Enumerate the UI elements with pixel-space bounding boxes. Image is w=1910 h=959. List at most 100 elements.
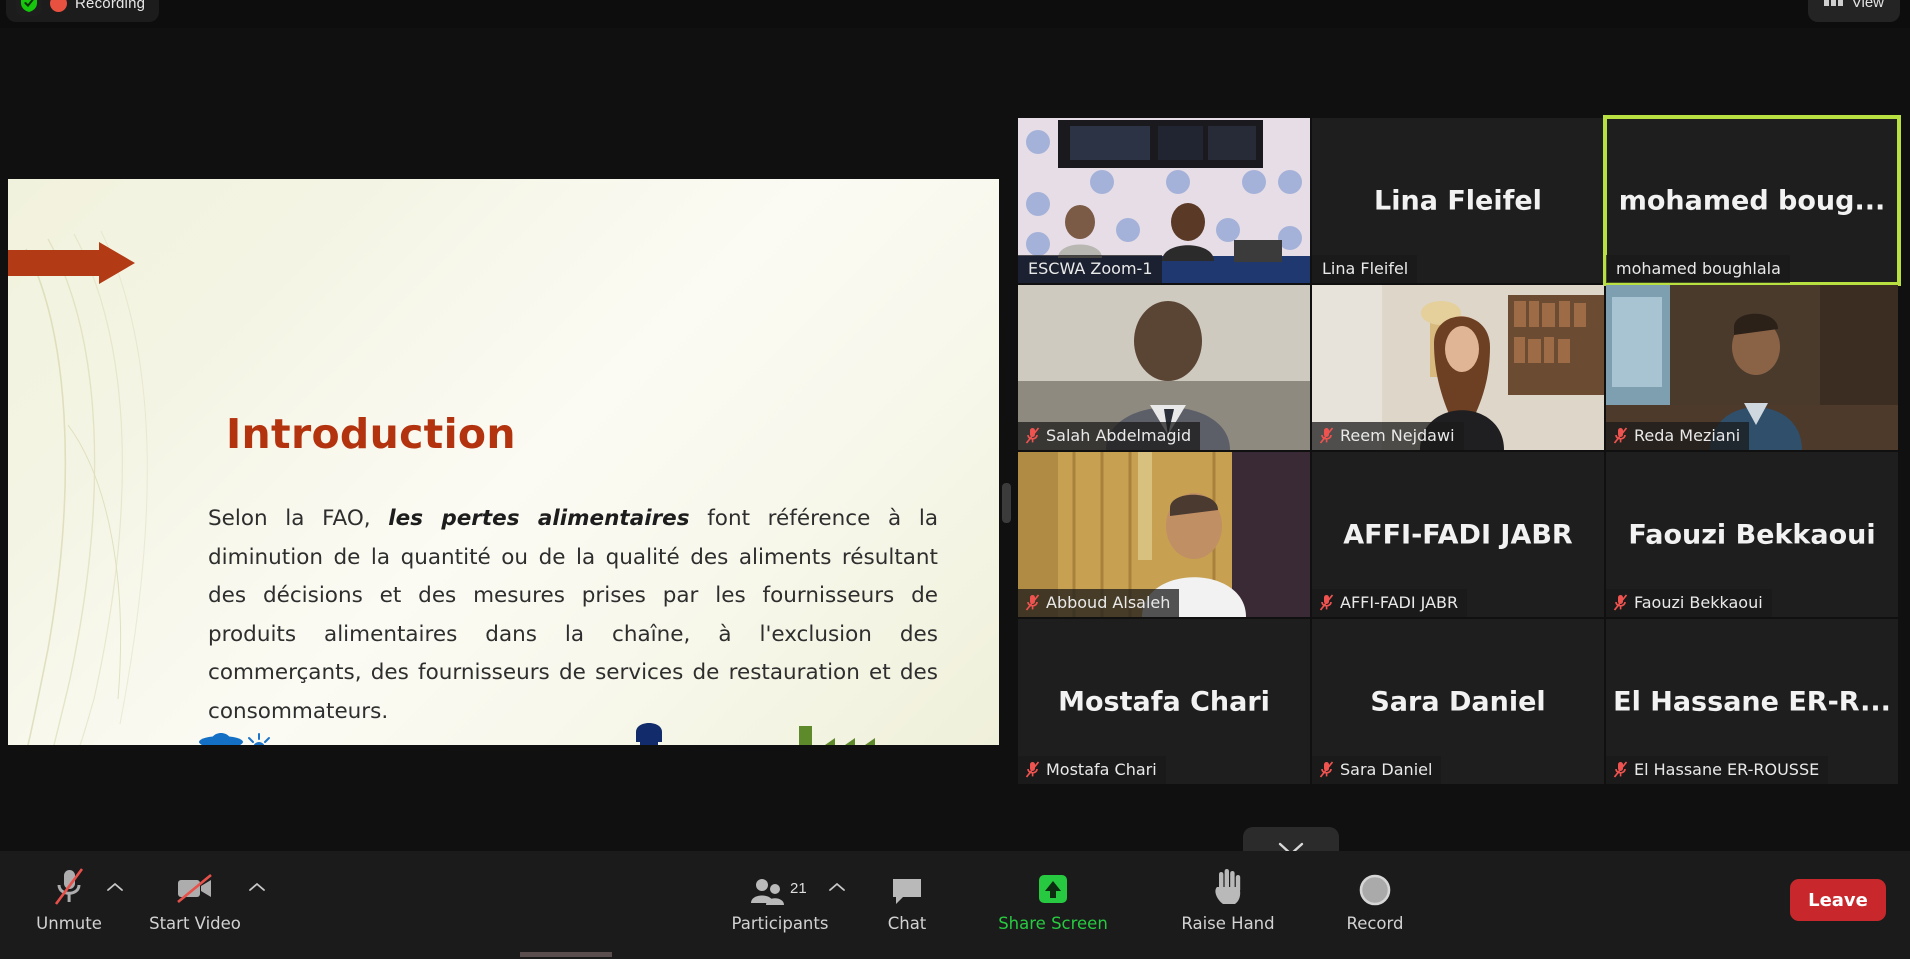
camera-off-icon [125, 865, 265, 907]
microphone-muted-icon [1319, 427, 1334, 444]
participant-name-label: Lina Fleifel [1312, 255, 1418, 283]
participant-name-text: AFFI-FADI JABR [1340, 593, 1459, 612]
flow-step-transformation: Transformation [770, 714, 920, 745]
slide-title: Introduction [226, 410, 516, 458]
participant-display-name: mohamed boug... [1618, 185, 1886, 216]
shared-screen-area: Introduction Selon la FAO, les pertes al… [0, 28, 1012, 838]
record-label: Record [1346, 914, 1404, 933]
svg-text:21: 21 [790, 880, 807, 897]
participant-name-label: Mostafa Chari [1018, 756, 1166, 784]
participant-tile-reda-meziani[interactable]: Reda Meziani [1606, 285, 1898, 450]
share-screen-arrow-icon [960, 865, 1146, 907]
meeting-toolbar: Unmute Start Video 21 Participants Chat … [0, 851, 1910, 959]
participant-name-label: Abboud Alsaleh [1018, 589, 1180, 617]
slide-flow-diagram: Production [178, 714, 938, 745]
microphone-muted-icon [1613, 761, 1628, 778]
view-label: View [1851, 0, 1884, 11]
participant-tile-reem-nejdawi[interactable]: Reem Nejdawi [1312, 285, 1604, 450]
participant-display-name: Lina Fleifel [1374, 185, 1542, 216]
participant-tile-faouzi-bekkaoui[interactable]: Faouzi Bekkaoui Faouzi Bekkaoui [1606, 452, 1898, 617]
horizontal-scroll-nub[interactable] [520, 952, 612, 957]
flow-step-stockage: Stockage [574, 714, 724, 745]
recording-indicator[interactable]: Recording [6, 0, 160, 22]
share-screen-button[interactable]: Share Screen [960, 865, 1146, 933]
participant-name-label: AFFI-FADI JABR [1312, 589, 1468, 617]
presentation-slide: Introduction Selon la FAO, les pertes al… [8, 179, 999, 745]
participant-name-text: Salah Abdelmagid [1046, 426, 1192, 445]
participant-tile-el-hassane-er-rousse[interactable]: El Hassane ER-R... El Hassane ER-ROUSSE [1606, 619, 1898, 784]
participant-tile-mohamed-boughlala[interactable]: mohamed boug... mohamed boughlala [1603, 115, 1901, 286]
silo-icon [574, 714, 724, 745]
panel-splitter-handle[interactable] [1002, 483, 1011, 523]
flow-step-production: Production [178, 714, 328, 745]
view-button[interactable]: View [1807, 0, 1900, 22]
participant-tile-lina-fleifel[interactable]: Lina Fleifel Lina Fleifel [1312, 118, 1604, 283]
participant-name-text: Reda Meziani [1634, 426, 1741, 445]
participant-name-label: Reem Nejdawi [1312, 422, 1464, 450]
participant-name-label: mohamed boughlala [1606, 255, 1790, 283]
shield-check-icon [16, 0, 42, 16]
participants-button[interactable]: 21 Participants [706, 865, 854, 933]
slide-body-emphasis: les pertes alimentaires [388, 506, 690, 531]
record-circle-icon [1310, 865, 1440, 907]
unmute-label: Unmute [36, 914, 102, 933]
participant-name-label: Sara Daniel [1312, 756, 1442, 784]
slide-body-text: Selon la FAO, les pertes alimentaires fo… [208, 500, 938, 731]
participant-tile-abboud-alsaleh[interactable]: Abboud Alsaleh [1018, 452, 1310, 617]
start-video-label: Start Video [149, 914, 241, 933]
participant-display-name: Sara Daniel [1370, 686, 1546, 717]
participant-name-text: Abboud Alsaleh [1046, 593, 1171, 612]
participant-display-name: Faouzi Bekkaoui [1628, 519, 1876, 550]
participant-tile-sara-daniel[interactable]: Sara Daniel Sara Daniel [1312, 619, 1604, 784]
flow-step-transport: Transport [378, 714, 528, 745]
participant-name-label: El Hassane ER-ROUSSE [1606, 756, 1829, 784]
participant-display-name: AFFI-FADI JABR [1343, 519, 1573, 550]
chat-button[interactable]: Chat [858, 865, 956, 933]
microphone-muted-icon [1319, 761, 1334, 778]
slide-body-lead: Selon la FAO, [208, 506, 389, 531]
participant-name-text: El Hassane ER-ROUSSE [1634, 760, 1820, 779]
record-button[interactable]: Record [1310, 865, 1440, 933]
hand-icon [1148, 865, 1308, 907]
audio-options-caret-icon[interactable] [106, 881, 124, 893]
microphone-muted-icon [1025, 427, 1040, 444]
chat-bubble-icon [858, 865, 956, 907]
slide-body-rest: font référence à la diminution de la qua… [208, 506, 938, 724]
leave-button[interactable]: Leave [1790, 879, 1886, 921]
participants-options-caret-icon[interactable] [828, 881, 846, 893]
participant-tile-mostafa-chari[interactable]: Mostafa Chari Mostafa Chari [1018, 619, 1310, 784]
raise-hand-button[interactable]: Raise Hand [1148, 865, 1308, 933]
factory-icon [770, 714, 920, 745]
share-screen-label: Share Screen [998, 914, 1108, 933]
participant-tile-affi-fadi-jabr[interactable]: AFFI-FADI JABR AFFI-FADI JABR [1312, 452, 1604, 617]
microphone-muted-icon [1319, 594, 1334, 611]
chat-label: Chat [887, 914, 927, 933]
participant-name-text: Faouzi Bekkaoui [1634, 593, 1763, 612]
raise-hand-label: Raise Hand [1181, 914, 1275, 933]
microphone-muted-icon [1613, 427, 1628, 444]
participants-grid: ESCWA Zoom-1 Lina Fleifel Lina Fleifel m… [1018, 115, 1901, 798]
recording-label: Recording [75, 0, 146, 12]
record-dot-icon [50, 0, 67, 12]
farmer-field-icon [178, 714, 328, 745]
top-bar: Recording View [0, 0, 1910, 28]
start-video-button[interactable]: Start Video [125, 865, 265, 933]
participants-label: Participants [731, 914, 829, 933]
truck-icon [378, 714, 528, 745]
slide-accent-arrow [8, 242, 135, 284]
microphone-muted-icon [1025, 594, 1040, 611]
participant-tile-escwa-zoom-1[interactable]: ESCWA Zoom-1 [1018, 118, 1310, 283]
participant-name-label: Reda Meziani [1606, 422, 1750, 450]
microphone-muted-icon [1025, 761, 1040, 778]
participant-tile-salah-abdelmagid[interactable]: Salah Abdelmagid [1018, 285, 1310, 450]
participant-name-text: Mostafa Chari [1046, 760, 1157, 779]
participant-display-name: Mostafa Chari [1058, 686, 1270, 717]
grid-icon [1823, 0, 1843, 6]
participant-name-text: Sara Daniel [1340, 760, 1433, 779]
zoom-meeting-window: Recording View Introduction Selon la FAO… [0, 0, 1910, 959]
participant-name-label: ESCWA Zoom-1 [1018, 255, 1162, 283]
video-options-caret-icon[interactable] [248, 881, 266, 893]
participant-display-name: El Hassane ER-R... [1613, 686, 1891, 717]
unmute-button[interactable]: Unmute [14, 865, 124, 933]
microphone-muted-icon [1613, 594, 1628, 611]
